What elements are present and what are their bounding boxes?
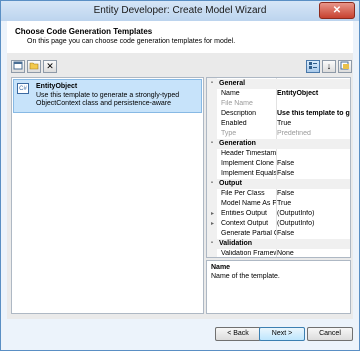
add-template-button[interactable] xyxy=(11,60,25,73)
property-category[interactable]: - General xyxy=(207,79,350,89)
next-button[interactable]: Next > xyxy=(259,327,305,341)
property-name: Description xyxy=(221,110,257,117)
cancel-button[interactable]: Cancel xyxy=(307,327,353,341)
collapse-icon[interactable]: - xyxy=(211,140,213,146)
delete-icon: ✕ xyxy=(46,61,54,71)
property-value[interactable]: True xyxy=(277,120,350,127)
property-value[interactable]: Predefined xyxy=(277,130,350,137)
property-row[interactable]: Enabled True xyxy=(207,119,350,129)
open-template-button[interactable] xyxy=(27,60,41,73)
template-name: EntityObject xyxy=(36,83,78,90)
expand-icon[interactable]: ▸ xyxy=(211,220,214,227)
property-name: Type xyxy=(221,130,237,137)
property-name: Model Name As File xyxy=(221,200,276,207)
property-category[interactable]: - Output xyxy=(207,179,350,189)
property-row[interactable]: ▸ Entities Output (OutputInfo) xyxy=(207,209,350,219)
property-category-label: Validation xyxy=(219,240,253,247)
property-row[interactable]: Validation FrameworkNone xyxy=(207,249,350,257)
categorized-button[interactable] xyxy=(306,60,320,73)
property-description-title: Name xyxy=(211,264,231,271)
property-value[interactable]: EntityObject xyxy=(277,90,350,97)
property-description-panel: Name Name of the template. xyxy=(206,260,351,314)
property-row[interactable]: Header Timestamp xyxy=(207,149,350,159)
property-row[interactable]: Implement Equals False xyxy=(207,169,350,179)
property-row[interactable]: Name EntityObject xyxy=(207,89,350,99)
property-name: File Name xyxy=(221,100,253,107)
property-row[interactable]: Type Predefined xyxy=(207,129,350,139)
property-category[interactable]: - Generation xyxy=(207,139,350,149)
template-list[interactable]: C# EntityObject Use this template to gen… xyxy=(11,77,204,314)
property-value[interactable]: Use this template to generate xyxy=(277,110,350,117)
property-row[interactable]: File Per Class False xyxy=(207,189,350,199)
property-name: Implement Clone xyxy=(221,160,274,167)
delete-template-button[interactable]: ✕ xyxy=(43,60,57,73)
property-grid[interactable]: - General Name EntityObject File Name Descrip… xyxy=(206,77,351,258)
property-name: Header Timestamp xyxy=(221,150,276,157)
categorized-icon xyxy=(309,62,317,69)
collapse-icon[interactable]: - xyxy=(211,180,213,186)
alphabetical-icon: ↓ xyxy=(326,61,332,71)
property-value[interactable]: False xyxy=(277,230,350,237)
expand-icon[interactable]: ▸ xyxy=(211,210,214,217)
window-title: Entity Developer: Create Model Wizard xyxy=(93,5,267,16)
property-name: Implement Equals xyxy=(221,170,276,177)
property-value[interactable]: False xyxy=(277,160,350,167)
property-category[interactable]: - Validation xyxy=(207,239,350,249)
property-row[interactable]: Implement Clone False xyxy=(207,159,350,169)
page-subtitle: On this page you can choose code generat… xyxy=(27,38,236,45)
wizard-content: ✕ ↓ C# EntityObject Use this template to… xyxy=(7,53,353,319)
property-pages-button[interactable] xyxy=(338,60,352,73)
wizard-header: Choose Code Generation Templates On this… xyxy=(7,21,353,54)
property-row[interactable]: Description Use this template to generate xyxy=(207,109,350,119)
back-button[interactable]: < Back xyxy=(215,327,261,341)
property-name: Enabled xyxy=(221,120,247,127)
title-bar: Entity Developer: Create Model Wizard ✕ xyxy=(1,1,359,21)
property-name: Name xyxy=(221,90,240,97)
property-row[interactable]: Generate Partial ClassFalse xyxy=(207,229,350,239)
property-value[interactable]: (OutputInfo) xyxy=(277,220,350,227)
property-row[interactable]: File Name xyxy=(207,99,350,109)
collapse-icon[interactable]: - xyxy=(211,240,213,246)
property-row[interactable]: ▸ Context Output (OutputInfo) xyxy=(207,219,350,229)
property-category-label: Output xyxy=(219,180,242,187)
property-value[interactable]: False xyxy=(277,170,350,177)
alphabetical-button[interactable]: ↓ xyxy=(322,60,336,73)
wizard-window: Entity Developer: Create Model Wizard ✕ … xyxy=(0,0,360,351)
property-name: Context Output xyxy=(221,220,269,227)
template-description: Use this template to generate a strongly… xyxy=(36,92,180,107)
property-name: Validation Framework xyxy=(221,250,276,257)
property-description-text: Name of the template. xyxy=(211,273,280,280)
property-pages-icon xyxy=(340,61,349,70)
property-category-label: Generation xyxy=(219,140,256,147)
property-row[interactable]: Model Name As FileTrue xyxy=(207,199,350,209)
open-folder-icon xyxy=(29,62,39,70)
wizard-footer: < Back Next > Cancel xyxy=(7,319,353,347)
add-template-icon xyxy=(13,61,23,70)
property-value[interactable]: (OutputInfo) xyxy=(277,210,350,217)
property-value[interactable]: False xyxy=(277,190,350,197)
property-value[interactable]: True xyxy=(277,200,350,207)
property-name: Generate Partial Class xyxy=(221,230,276,237)
page-title: Choose Code Generation Templates xyxy=(15,27,153,36)
close-button[interactable]: ✕ xyxy=(319,2,355,19)
template-icon: C# xyxy=(17,83,29,94)
property-name: Entities Output xyxy=(221,210,267,217)
collapse-icon[interactable]: - xyxy=(211,80,213,86)
property-name: File Per Class xyxy=(221,190,265,197)
template-list-item[interactable]: C# EntityObject Use this template to gen… xyxy=(13,79,202,113)
property-value[interactable]: None xyxy=(277,250,350,257)
property-category-label: General xyxy=(219,80,246,87)
